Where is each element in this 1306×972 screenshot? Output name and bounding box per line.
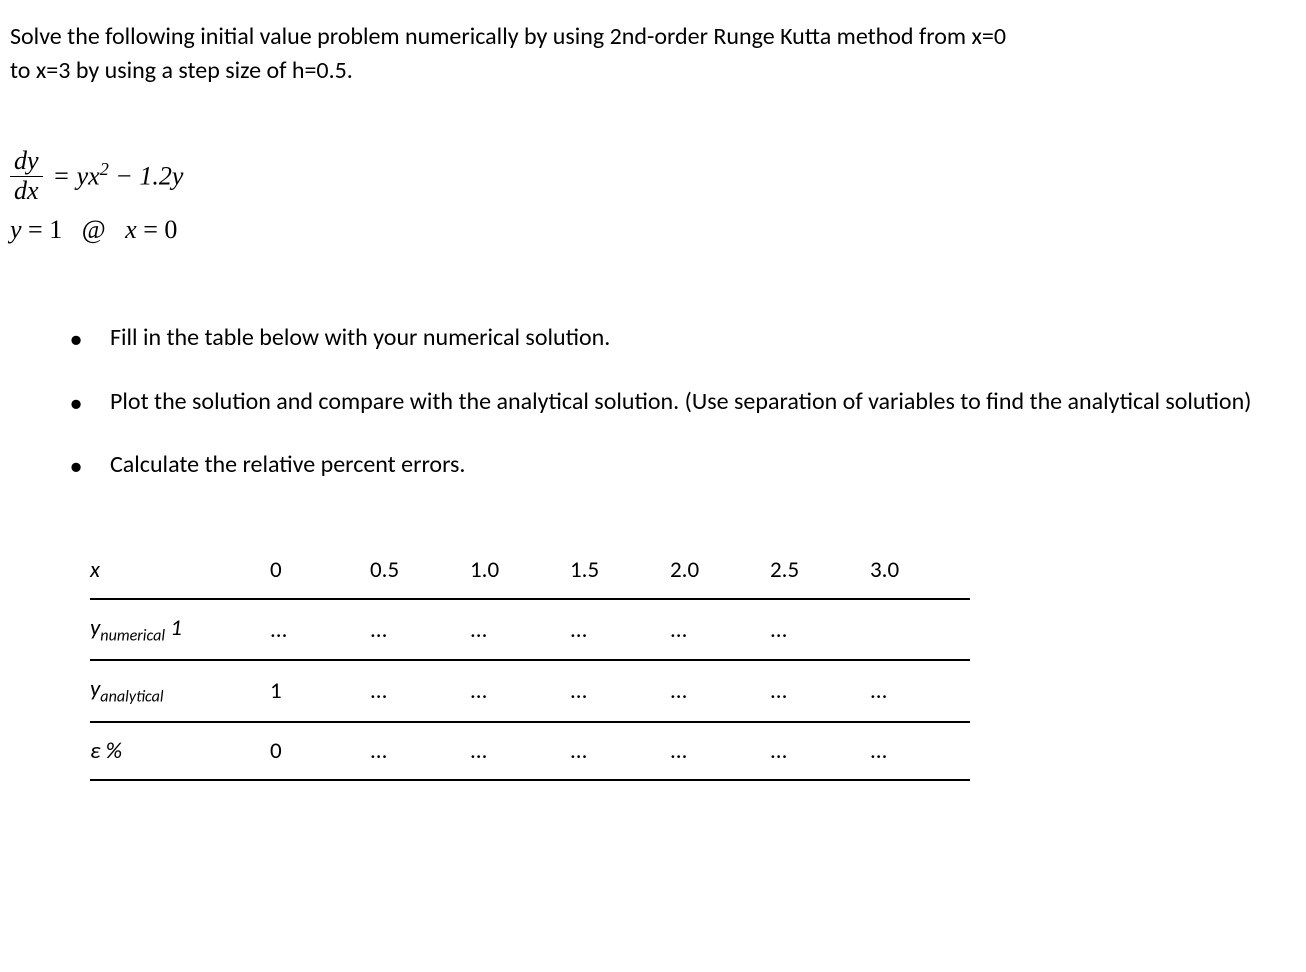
cell: ... [770,722,870,780]
table-row-x: x 0 0.5 1.0 1.5 2.0 2.5 3.0 [90,542,970,599]
bullet-dot-icon: ● [70,385,110,419]
problem-line2: to x=3 by using a step size of h=0.5. [10,56,353,85]
table-row-yanalytical: yanalytical 1 ... ... ... ... ... ... [90,660,970,722]
ode-equation: dy dx = yx2 − 1.2y [10,147,1296,205]
row-label-ynumerical: ynumerical 1 [90,599,270,661]
cell: ... [570,599,670,661]
cell: ... [670,722,770,780]
row-label-x: x [90,542,270,599]
problem-statement: Solve the following initial value proble… [10,20,1296,87]
cell: 1.5 [570,542,670,599]
fraction-dy-dx: dy dx [10,147,43,205]
cell: ... [470,599,570,661]
bullet-item: ● Fill in the table below with your nume… [70,321,1296,355]
cell: ... [370,660,470,722]
row-label-yanalytical: yanalytical [90,660,270,722]
cell: ... [770,660,870,722]
bullet-item: ● Calculate the relative percent errors. [70,448,1296,482]
results-table: x 0 0.5 1.0 1.5 2.0 2.5 3.0 ynumerical 1… [90,542,1296,781]
bullet-item: ● Plot the solution and compare with the… [70,385,1296,419]
cell: 2.5 [770,542,870,599]
problem-line1: Solve the following initial value proble… [10,22,1006,51]
table-row-ynumerical: ynumerical 1 ... ... ... ... ... ... [90,599,970,661]
cell: ... [570,722,670,780]
cell: ... [370,599,470,661]
cell: 1 [270,660,370,722]
equation-block: dy dx = yx2 − 1.2y y = 1 @ x = 0 [10,147,1296,251]
table-row-epsilon: ε % 0 ... ... ... ... ... ... [90,722,970,780]
cell: ... [470,660,570,722]
cell: 3.0 [870,542,970,599]
bullet-text: Calculate the relative percent errors. [110,448,1296,482]
cell: ... [370,722,470,780]
bullet-text: Fill in the table below with your numeri… [110,321,1296,355]
cell [870,599,970,661]
cell: 0 [270,722,370,780]
cell: ... [270,599,370,661]
cell: ... [770,599,870,661]
bullet-dot-icon: ● [70,448,110,482]
cell: ... [870,722,970,780]
cell: ... [570,660,670,722]
initial-condition: y = 1 @ x = 0 [10,209,1296,251]
row-label-epsilon: ε % [90,722,270,780]
bullet-text: Plot the solution and compare with the a… [110,385,1296,419]
cell: ... [670,599,770,661]
cell: ... [670,660,770,722]
cell: ... [870,660,970,722]
cell: 2.0 [670,542,770,599]
cell: 1.0 [470,542,570,599]
task-list: ● Fill in the table below with your nume… [70,321,1296,482]
cell: ... [470,722,570,780]
cell: 0 [270,542,370,599]
cell: 0.5 [370,542,470,599]
bullet-dot-icon: ● [70,321,110,355]
